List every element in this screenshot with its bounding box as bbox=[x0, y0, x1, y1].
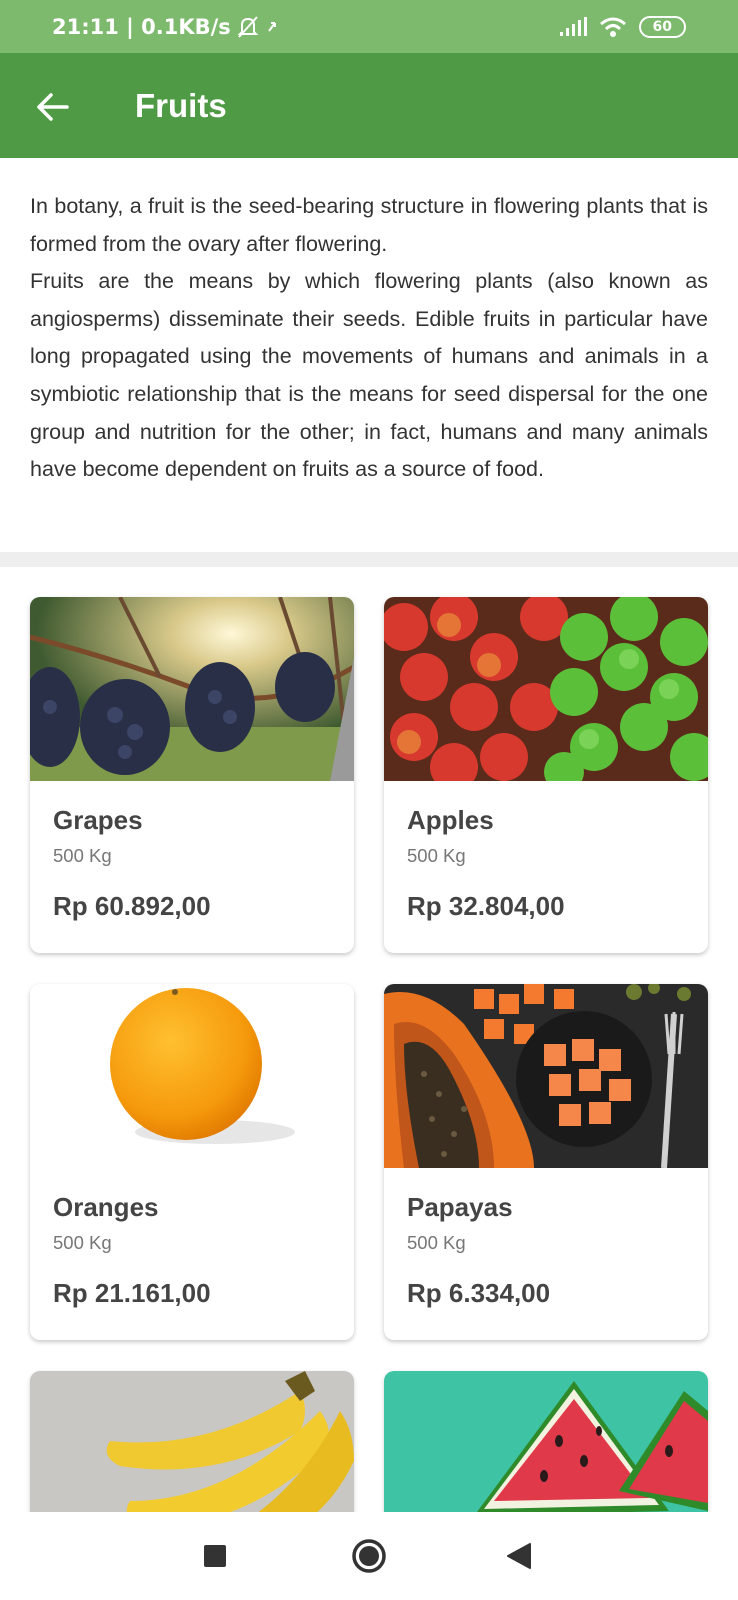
product-card-grapes[interactable]: Grapes 500 Kg Rp 60.892,00 bbox=[30, 597, 354, 953]
status-right: 60 bbox=[559, 15, 686, 38]
signal-icon bbox=[559, 16, 587, 36]
system-nav-bar bbox=[0, 1512, 738, 1600]
product-price: Rp 6.334,00 bbox=[407, 1278, 551, 1308]
product-name: Apples bbox=[407, 805, 494, 835]
product-card-papayas[interactable]: Papayas 500 Kg Rp 6.334,00 bbox=[384, 984, 708, 1340]
section-divider bbox=[0, 552, 738, 567]
sync-icon bbox=[267, 21, 276, 32]
product-price: Rp 21.161,00 bbox=[53, 1278, 211, 1308]
watermelon-image bbox=[384, 1371, 708, 1531]
product-weight: 500 Kg bbox=[407, 845, 466, 866]
product-card-watermelon[interactable] bbox=[384, 1371, 708, 1531]
product-name: Grapes bbox=[53, 805, 143, 835]
orange-image bbox=[30, 984, 354, 1168]
triangle-back-icon bbox=[507, 1543, 531, 1569]
product-price: Rp 60.892,00 bbox=[53, 891, 211, 921]
nav-back-button[interactable] bbox=[497, 1534, 541, 1578]
page-title: Fruits bbox=[135, 87, 227, 124]
product-weight: 500 Kg bbox=[407, 1232, 466, 1253]
status-time-speed: 21:11 | 0.1KB/s bbox=[52, 14, 231, 39]
product-weight: 500 Kg bbox=[53, 845, 112, 866]
square-icon bbox=[204, 1545, 226, 1567]
product-name: Oranges bbox=[53, 1192, 159, 1222]
product-price: Rp 32.804,00 bbox=[407, 891, 565, 921]
bananas-image bbox=[30, 1371, 354, 1531]
bell-off-icon bbox=[237, 15, 259, 38]
description-paragraph-1: In botany, a fruit is the seed-bearing s… bbox=[30, 194, 708, 256]
papaya-image bbox=[384, 984, 708, 1168]
battery-indicator: 60 bbox=[638, 15, 686, 38]
description: In botany, a fruit is the seed-bearing s… bbox=[30, 188, 708, 489]
circle-icon bbox=[352, 1539, 386, 1573]
wifi-icon bbox=[599, 17, 626, 37]
grapes-image bbox=[30, 597, 354, 781]
status-bar: 21:11 | 0.1KB/s 60 bbox=[0, 0, 738, 53]
product-card-bananas[interactable] bbox=[30, 1371, 354, 1531]
product-weight: 500 Kg bbox=[53, 1232, 112, 1253]
arrow-left-icon bbox=[37, 93, 69, 121]
product-name: Papayas bbox=[407, 1192, 513, 1222]
home-button[interactable] bbox=[347, 1534, 391, 1578]
product-card-apples[interactable]: Apples 500 Kg Rp 32.804,00 bbox=[384, 597, 708, 953]
product-card-oranges[interactable]: Oranges 500 Kg Rp 21.161,00 bbox=[30, 984, 354, 1340]
status-left: 21:11 | 0.1KB/s bbox=[52, 15, 281, 39]
app-bar: Fruits bbox=[0, 53, 738, 158]
back-button[interactable] bbox=[32, 87, 72, 127]
recents-button[interactable] bbox=[193, 1534, 237, 1578]
apples-image bbox=[384, 597, 708, 781]
description-paragraph-2: Fruits are the means by which flowering … bbox=[30, 269, 708, 482]
